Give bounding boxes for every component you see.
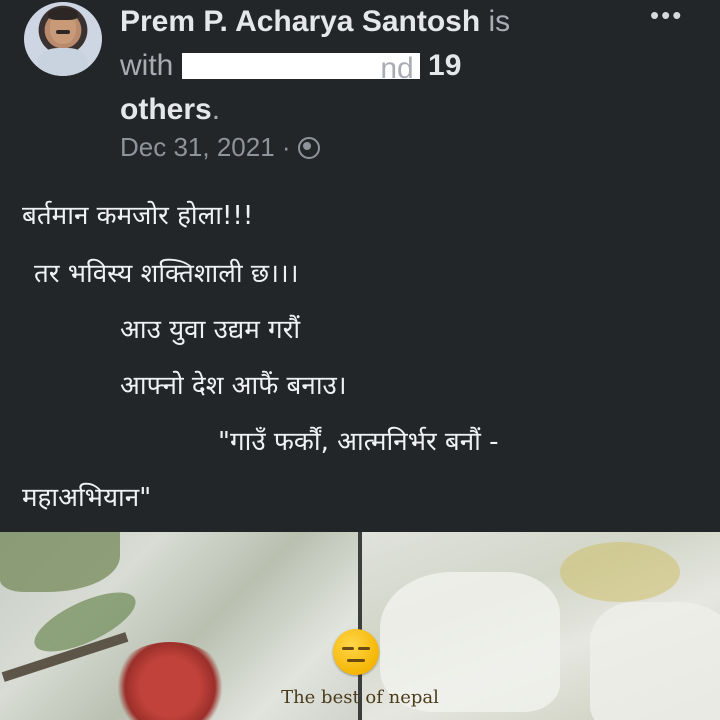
with-text: with xyxy=(120,49,174,82)
avatar-hair xyxy=(48,8,78,20)
post-line-6: महाअभियान" xyxy=(22,483,152,513)
expressionless-face-icon xyxy=(333,629,379,675)
others-text[interactable]: others xyxy=(120,93,212,126)
emoji-eye xyxy=(358,647,370,650)
author-avatar[interactable] xyxy=(24,2,102,76)
photo-sack xyxy=(560,542,680,602)
watermark-caption: The best of nepal xyxy=(281,687,439,708)
more-options-icon[interactable]: ••• xyxy=(650,0,683,31)
emoji-mouth xyxy=(347,659,365,662)
post-header: Prem P. Acharya Santosh is with nd 19 ot… xyxy=(120,0,600,132)
tagged-suffix: nd xyxy=(380,52,414,85)
post-line-4: आफ्नो देश आफैं बनाउ। xyxy=(120,371,347,401)
header-line-3: others. xyxy=(120,88,600,132)
is-text: is xyxy=(488,5,511,38)
post-card: Prem P. Acharya Santosh is with nd 19 ot… xyxy=(0,0,720,720)
post-line-2: तर भविस्य शक्तिशाली छ।।। xyxy=(34,259,299,289)
post-meta: Dec 31, 2021 · xyxy=(120,132,320,163)
avatar-mustache xyxy=(56,30,70,34)
author-name[interactable]: Prem P. Acharya Santosh xyxy=(120,5,480,38)
emoji-eye xyxy=(342,647,354,650)
meta-separator: · xyxy=(281,132,291,162)
header-period: . xyxy=(211,93,221,126)
others-count[interactable]: 19 xyxy=(428,49,461,82)
tagged-person-redacted[interactable]: nd xyxy=(181,47,420,85)
post-line-1: बर्तमान कमजोर होला!!! xyxy=(22,201,254,231)
post-date[interactable]: Dec 31, 2021 xyxy=(120,132,275,162)
header-line-2: with nd 19 xyxy=(120,44,600,88)
post-line-5: "गाउँ फर्कौं, आत्मनिर्भर बनौं - xyxy=(218,427,499,457)
header-line-1: Prem P. Acharya Santosh is xyxy=(120,0,600,44)
globe-icon[interactable] xyxy=(297,137,320,159)
avatar-shirt xyxy=(38,48,88,76)
post-line-3: आउ युवा उद्यम गरौं xyxy=(120,315,301,345)
